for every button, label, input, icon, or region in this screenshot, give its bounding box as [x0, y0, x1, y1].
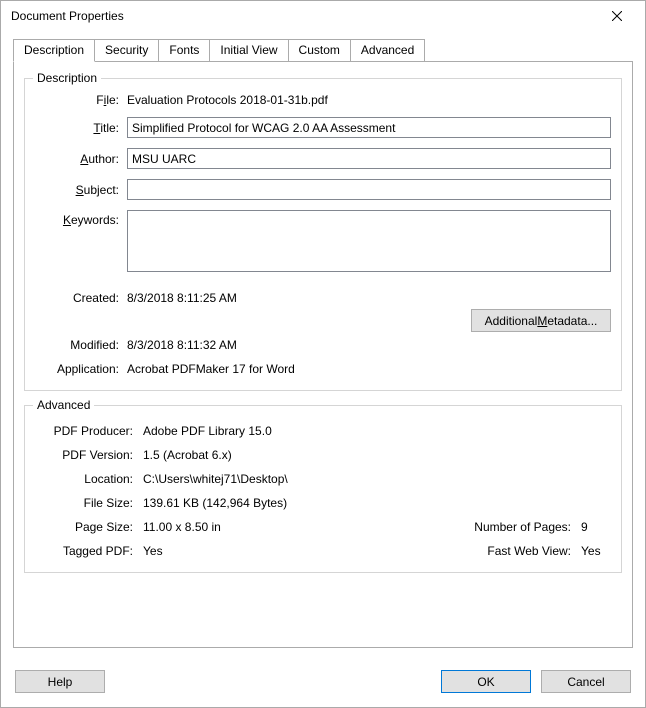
version-label: PDF Version: [35, 448, 143, 462]
advanced-legend: Advanced [33, 398, 94, 412]
title-input[interactable] [127, 117, 611, 138]
keywords-input[interactable] [127, 210, 611, 272]
title-label: Title: [35, 121, 127, 135]
subject-input[interactable] [127, 179, 611, 200]
tagged-label: Tagged PDF: [35, 544, 143, 558]
created-value: 8/3/2018 8:11:25 AM [127, 291, 611, 305]
created-label: Created: [35, 291, 127, 305]
window-title: Document Properties [11, 9, 124, 23]
tab-fonts[interactable]: Fonts [158, 39, 210, 62]
tab-initial-view[interactable]: Initial View [209, 39, 288, 62]
document-properties-dialog: Document Properties Description Security… [0, 0, 646, 708]
tab-custom[interactable]: Custom [288, 39, 351, 62]
tagged-value: Yes [143, 544, 318, 558]
filesize-label: File Size: [35, 496, 143, 510]
pagesize-label: Page Size: [35, 520, 143, 534]
file-label: File: [35, 93, 127, 107]
close-icon [612, 11, 622, 21]
keywords-label: Keywords: [35, 210, 127, 227]
tab-strip: Description Security Fonts Initial View … [13, 39, 633, 62]
application-label: Application: [35, 362, 127, 376]
producer-label: PDF Producer: [35, 424, 143, 438]
modified-label: Modified: [35, 338, 127, 352]
advanced-group: Advanced PDF Producer: Adobe PDF Library… [24, 405, 622, 573]
tab-panel-description: Description File: Evaluation Protocols 2… [13, 61, 633, 648]
tab-security[interactable]: Security [94, 39, 159, 62]
file-value: Evaluation Protocols 2018-01-31b.pdf [127, 93, 611, 107]
author-label: Author: [35, 152, 127, 166]
ok-button[interactable]: OK [441, 670, 531, 693]
description-legend: Description [33, 71, 101, 85]
numpages-label: Number of Pages: [474, 520, 581, 534]
description-group: Description File: Evaluation Protocols 2… [24, 78, 622, 391]
numpages-value: 9 [581, 520, 611, 534]
modified-value: 8/3/2018 8:11:32 AM [127, 338, 611, 352]
pagesize-value: 11.00 x 8.50 in [143, 520, 318, 534]
location-value: C:\Users\whitej71\Desktop\ [143, 472, 611, 486]
dialog-footer: Help OK Cancel [1, 660, 645, 707]
application-value: Acrobat PDFMaker 17 for Word [127, 362, 611, 376]
additional-metadata-button[interactable]: Additional Metadata... [471, 309, 611, 332]
subject-label: Subject: [35, 183, 127, 197]
version-value: 1.5 (Acrobat 6.x) [143, 448, 611, 462]
location-label: Location: [35, 472, 143, 486]
filesize-value: 139.61 KB (142,964 Bytes) [143, 496, 611, 510]
tab-advanced[interactable]: Advanced [350, 39, 425, 62]
fastweb-label: Fast Web View: [487, 544, 581, 558]
close-button[interactable] [597, 2, 637, 30]
titlebar: Document Properties [1, 1, 645, 31]
cancel-button[interactable]: Cancel [541, 670, 631, 693]
producer-value: Adobe PDF Library 15.0 [143, 424, 611, 438]
help-button[interactable]: Help [15, 670, 105, 693]
tab-description[interactable]: Description [13, 39, 95, 62]
fastweb-value: Yes [581, 544, 611, 558]
author-input[interactable] [127, 148, 611, 169]
